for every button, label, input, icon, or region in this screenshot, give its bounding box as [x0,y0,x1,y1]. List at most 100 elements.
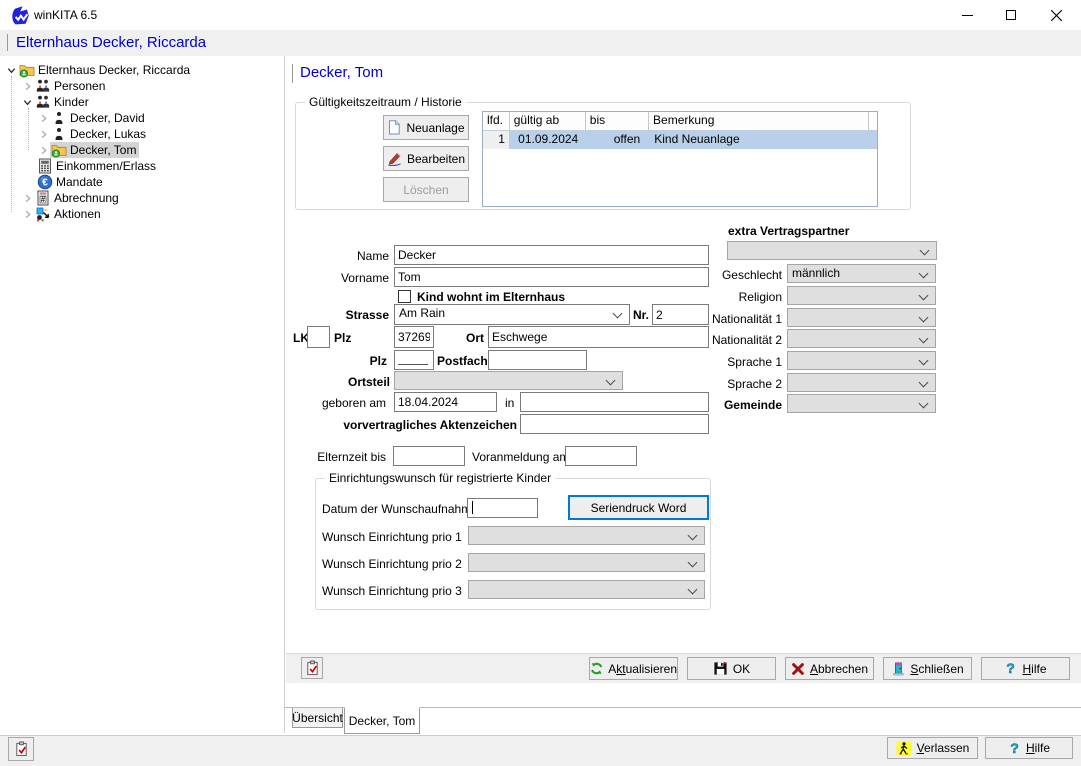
geschlecht-combobox[interactable]: männlich [787,264,936,283]
expander-collapsed-icon[interactable] [20,79,34,93]
expander-collapsed-icon[interactable] [36,111,50,125]
sprache1-combobox[interactable] [787,351,936,370]
close-button[interactable] [1033,0,1079,30]
app-logo-icon [10,5,30,25]
ok-button[interactable]: OK [687,657,776,680]
expander-collapsed-icon[interactable] [36,143,50,157]
title-bar: winKITA 6.5 [0,0,1081,30]
tab-decker-tom[interactable]: Decker, Tom [344,707,420,734]
voranmeldung-input[interactable] [565,446,637,466]
maximize-icon [1006,10,1016,20]
ort-input[interactable] [488,326,709,348]
vorname-input[interactable] [394,267,709,287]
prio3-combobox[interactable] [468,580,705,599]
history-table[interactable]: lfd. gültig ab bis Bemerkung 1 01.09.202… [482,111,878,207]
wunschaufnahme-input[interactable] [467,498,538,518]
expander-expanded-icon[interactable] [4,63,18,77]
ortsteil-label: Ortsteil [290,375,390,389]
hilfe-label: Hilfe [1022,662,1046,676]
tree-item-label: Decker, Tom [67,143,139,157]
prio1-label: Wunsch Einrichtung prio 1 [322,530,462,544]
tree-item-elternhaus[interactable]: Elternhaus Decker, Riccarda [4,62,193,78]
name-label: Name [289,249,389,263]
tree-item-personen[interactable]: Personen [20,78,108,94]
geboren-input[interactable] [394,392,497,412]
strasse-combobox[interactable]: Am Rain [394,304,630,325]
statusbar-hilfe-button[interactable]: ? Hilfe [985,737,1073,759]
nationalitaet1-combobox[interactable] [787,308,936,327]
column-header-lfd[interactable]: lfd. [483,112,510,131]
exit-door-icon [891,661,905,676]
ort-label: Ort [466,331,484,345]
people-icon [34,78,51,94]
aktenzeichen-input[interactable] [520,414,709,434]
schliessen-button[interactable]: Schließen [883,657,972,680]
maximize-button[interactable] [988,0,1034,30]
nationalitaet2-combobox[interactable] [787,329,936,348]
nr-label: Nr. [633,308,649,322]
tree-item-decker-david[interactable]: Decker, David [36,110,148,126]
voranmeldung-label: Voranmeldung am [472,450,569,464]
folder-user-icon [18,62,35,78]
expander-collapsed-icon[interactable] [20,191,34,205]
statusbar-clipboard-button[interactable] [8,737,34,761]
tree-item-mandate[interactable]: € Mandate [36,174,106,190]
tree-item-label: Mandate [53,175,106,189]
prio1-combobox[interactable] [468,526,705,545]
aktualisieren-label: Aktualisieren [608,662,677,676]
sprache2-combobox[interactable] [787,373,936,392]
column-header-bis[interactable]: bis [586,112,649,131]
wish-group-title: Einrichtungswunsch für registrierte Kind… [325,471,555,485]
column-header-gueltig-ab[interactable]: gültig ab [510,112,586,131]
pencil-icon [387,151,402,166]
religion-combobox[interactable] [787,286,936,305]
gemeinde-combobox[interactable] [787,394,936,413]
tree-item-kinder[interactable]: Kinder [20,94,92,110]
cell-bis: offen [587,131,651,149]
tree-item-einkommen[interactable]: Einkommen/Erlass [36,158,159,174]
postfach-input[interactable] [488,350,587,370]
column-header-bemerkung[interactable]: Bemerkung [649,112,869,131]
expander-collapsed-icon[interactable] [36,127,50,141]
aktualisieren-button[interactable]: Aktualisieren [589,657,678,680]
minimize-button[interactable] [944,0,990,30]
abbrechen-button[interactable]: Abbrechen [785,657,874,680]
expander-expanded-icon[interactable] [20,95,34,109]
euro-coin-icon: € [36,174,53,190]
tab-decker-tom-label: Decker, Tom [349,714,415,728]
religion-label: Religion [682,290,782,304]
plz-input[interactable] [394,326,434,348]
refresh-icon [590,661,603,676]
table-row[interactable]: 1 01.09.2024 offen Kind Neuanlage [483,131,877,149]
wohnt-checkbox[interactable] [398,290,411,303]
clipboard-check-button[interactable] [301,657,323,679]
name-input[interactable] [394,245,709,265]
invoice-icon: # [34,190,51,206]
sprache2-label: Sprache 2 [682,377,782,391]
prio2-combobox[interactable] [468,553,705,572]
prio2-label: Wunsch Einrichtung prio 2 [322,557,462,571]
geboren-in-input[interactable] [520,392,709,412]
tree-item-decker-lukas[interactable]: Decker, Lukas [36,126,149,142]
neuanlage-button[interactable]: Neuanlage [383,115,469,140]
ortsteil-combobox[interactable] [394,371,623,390]
tree-item-decker-tom[interactable]: Decker, Tom [36,142,139,158]
expander-collapsed-icon[interactable] [20,207,34,221]
hilfe-button[interactable]: ? Hilfe [981,657,1070,680]
plz2-input[interactable] [394,350,434,370]
tree-item-aktionen[interactable]: Aktionen [20,206,104,222]
loeschen-button[interactable]: Löschen [383,177,469,202]
seriendruck-word-button[interactable]: Seriendruck Word [568,495,709,520]
statusbar-hilfe-label: Hilfe [1026,741,1050,755]
lk-input[interactable] [307,326,330,348]
prio3-label: Wunsch Einrichtung prio 3 [322,584,462,598]
tree-item-abrechnung[interactable]: # Abrechnung [20,190,122,206]
tree-item-label: Personen [51,79,108,93]
save-floppy-icon [713,661,728,676]
verlassen-button[interactable]: Verlassen [887,737,978,759]
elternzeit-input[interactable] [393,446,465,466]
extra-vertragspartner-combobox[interactable] [727,241,937,260]
page-header-strip: Elternhaus Decker, Riccarda [0,30,1081,56]
tab-uebersicht[interactable]: Übersicht [292,708,343,728]
bearbeiten-button[interactable]: Bearbeiten [383,146,469,171]
